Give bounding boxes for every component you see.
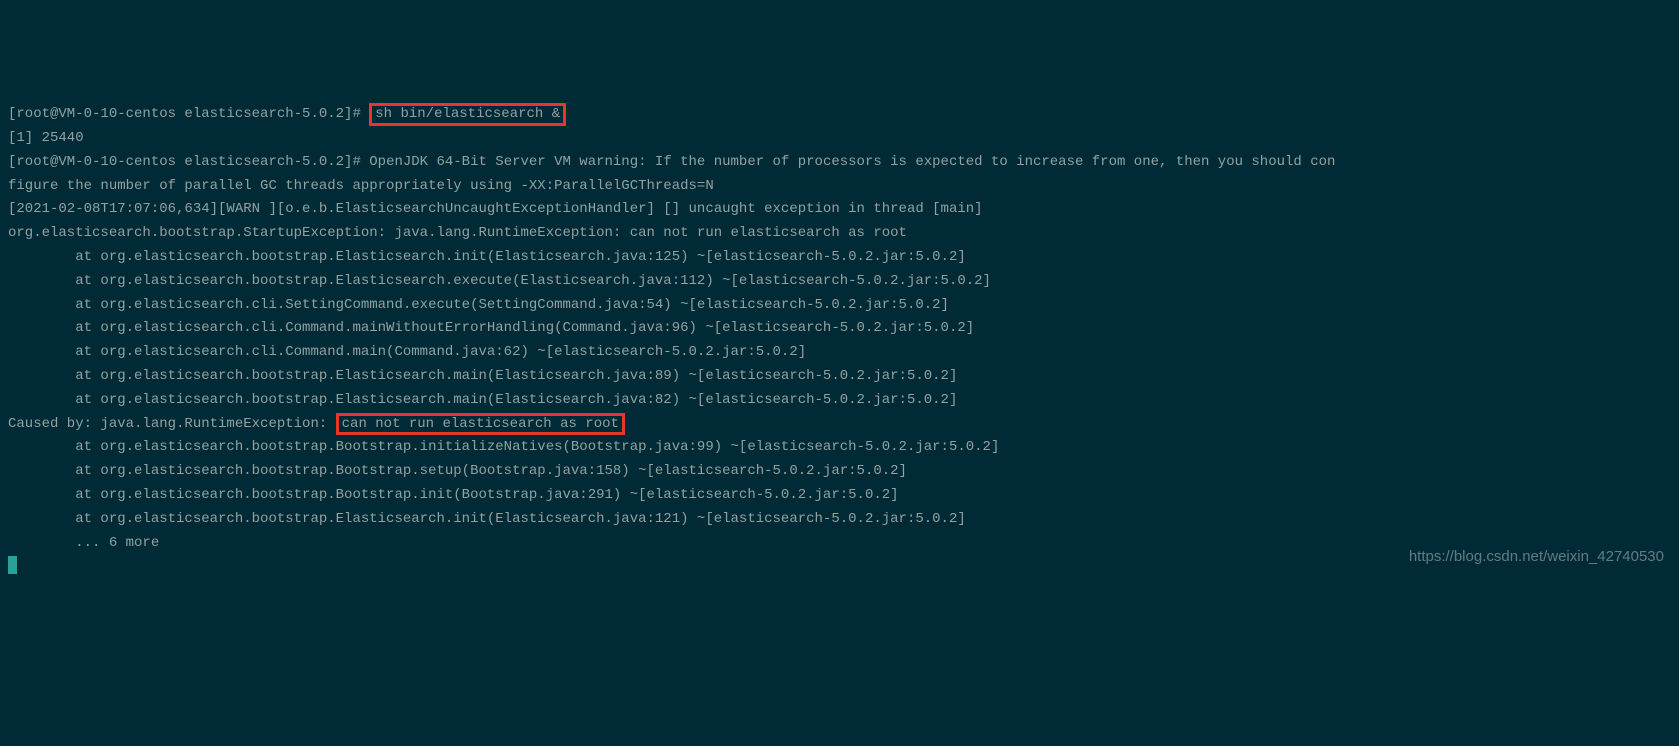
jvm-warning-line-2: figure the number of parallel GC threads… xyxy=(8,175,1671,199)
stack-line: at org.elasticsearch.bootstrap.Elasticse… xyxy=(8,270,1671,294)
command-line-1: [root@VM-0-10-centos elasticsearch-5.0.2… xyxy=(8,103,1671,127)
highlighted-error-message: can not run elasticsearch as root xyxy=(336,413,625,436)
exception-line: org.elasticsearch.bootstrap.StartupExcep… xyxy=(8,222,1671,246)
caused-by-prefix: Caused by: java.lang.RuntimeException: xyxy=(8,416,336,432)
stack-line: at org.elasticsearch.bootstrap.Bootstrap… xyxy=(8,436,1671,460)
stack-line: at org.elasticsearch.cli.Command.main(Co… xyxy=(8,341,1671,365)
jvm-warning-line-1: [root@VM-0-10-centos elasticsearch-5.0.2… xyxy=(8,151,1671,175)
prompt-1: [root@VM-0-10-centos elasticsearch-5.0.2… xyxy=(8,106,369,122)
stack-line: at org.elasticsearch.bootstrap.Bootstrap… xyxy=(8,460,1671,484)
stack-line: at org.elasticsearch.bootstrap.Elasticse… xyxy=(8,389,1671,413)
stack-line: at org.elasticsearch.cli.Command.mainWit… xyxy=(8,317,1671,341)
log-warn-line: [2021-02-08T17:07:06,634][WARN ][o.e.b.E… xyxy=(8,198,1671,222)
job-line: [1] 25440 xyxy=(8,127,1671,151)
caused-by-line: Caused by: java.lang.RuntimeException: c… xyxy=(8,413,1671,437)
highlighted-command: sh bin/elasticsearch & xyxy=(369,103,566,126)
terminal-output[interactable]: [root@VM-0-10-centos elasticsearch-5.0.2… xyxy=(8,103,1671,579)
prompt-2: [root@VM-0-10-centos elasticsearch-5.0.2… xyxy=(8,154,369,170)
stack-line: at org.elasticsearch.bootstrap.Elasticse… xyxy=(8,365,1671,389)
stack-line: at org.elasticsearch.bootstrap.Elasticse… xyxy=(8,246,1671,270)
terminal-cursor xyxy=(8,556,17,574)
stack-line: at org.elasticsearch.cli.SettingCommand.… xyxy=(8,294,1671,318)
stack-line: at org.elasticsearch.bootstrap.Bootstrap… xyxy=(8,484,1671,508)
watermark-text: https://blog.csdn.net/weixin_42740530 xyxy=(1409,544,1664,570)
stack-line: at org.elasticsearch.bootstrap.Elasticse… xyxy=(8,508,1671,532)
jvm-warning-text-1: OpenJDK 64-Bit Server VM warning: If the… xyxy=(369,154,1335,170)
